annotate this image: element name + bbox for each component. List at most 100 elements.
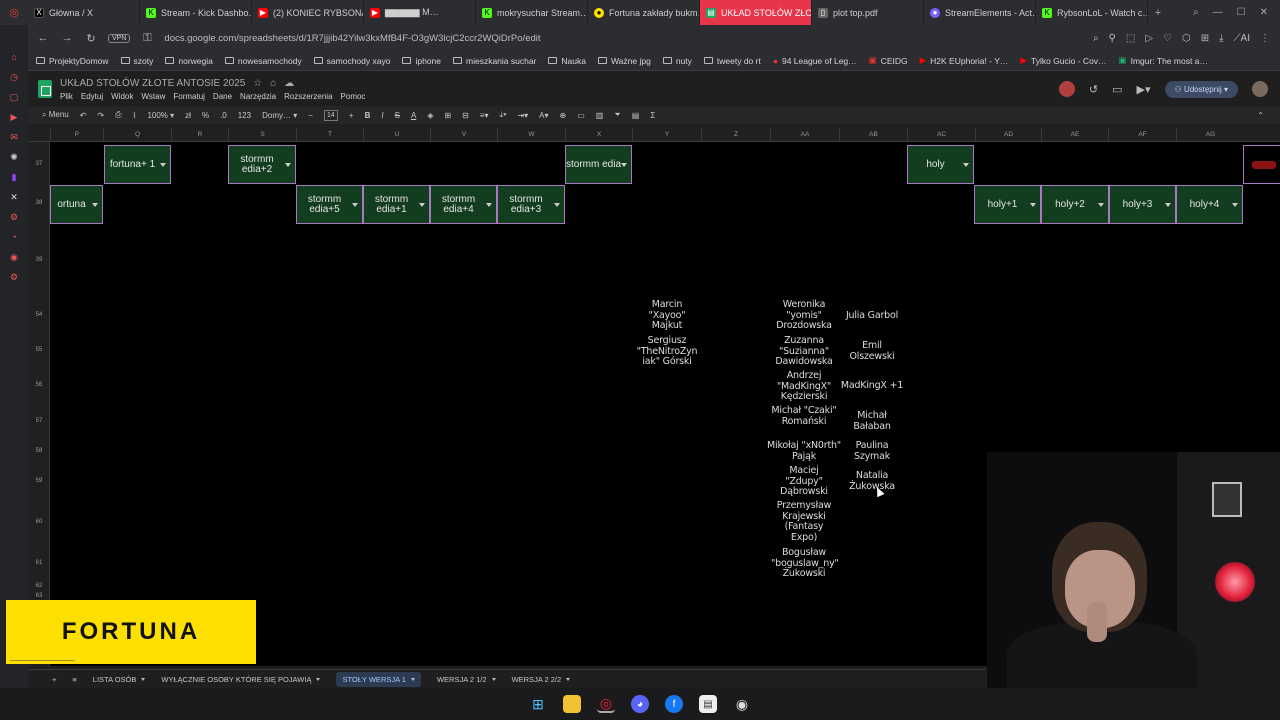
valign-icon[interactable]: ⤓▾ xyxy=(500,110,507,120)
file-explorer-icon[interactable] xyxy=(563,695,581,713)
mail-icon[interactable]: ✉ xyxy=(8,131,20,143)
print-icon[interactable]: ⎙ xyxy=(115,110,121,120)
row-header[interactable]: 55 xyxy=(28,347,50,353)
currency-icon[interactable]: zł xyxy=(185,111,191,120)
tab-0[interactable]: X Główna / X xyxy=(28,0,140,25)
undo-icon[interactable]: ↶ xyxy=(80,111,87,120)
guest-name-cell[interactable]: Michał Bałaban xyxy=(839,410,905,432)
menu-extensions[interactable]: Rozszerzenia xyxy=(284,92,332,101)
paint-format-icon[interactable]: ⌇ xyxy=(133,111,137,120)
row-header[interactable]: 38 xyxy=(28,200,50,206)
font-select[interactable]: Domy… ▾ xyxy=(262,111,297,120)
guest-name-cell[interactable]: Mikołaj "xN0rth" Pająk xyxy=(764,440,844,462)
column-header[interactable]: AC xyxy=(907,128,975,142)
tab-6[interactable]: ▤UKŁAD STOŁÓW ZŁOTE A… xyxy=(700,0,812,25)
guest-name-cell[interactable]: Emil Olszewski xyxy=(839,340,905,362)
guest-name-cell[interactable]: Przemysław Krajewski (Fantasy Expo) xyxy=(771,500,837,543)
column-header[interactable]: Q xyxy=(103,128,171,142)
bookmark-item[interactable]: tweety do rt xyxy=(703,56,761,66)
back-icon[interactable]: ← xyxy=(36,32,50,44)
opera-gx-icon[interactable]: ◎ xyxy=(597,695,615,713)
user-icon[interactable]: ◉ xyxy=(8,251,20,263)
menu-insert[interactable]: Wstaw xyxy=(141,92,165,101)
x-icon[interactable]: ✕ xyxy=(8,191,20,203)
guest-name-cell[interactable]: Natalia Żukowska xyxy=(839,470,905,492)
column-header[interactable]: R xyxy=(171,128,228,142)
column-header[interactable]: Z xyxy=(701,128,770,142)
bookmark-item[interactable]: iphone xyxy=(402,56,441,66)
column-header[interactable]: Y xyxy=(632,128,701,142)
wallet-icon[interactable]: ▢ xyxy=(8,91,20,103)
column-header[interactable]: AD xyxy=(975,128,1041,142)
chatgpt-icon[interactable]: ✺ xyxy=(8,151,20,163)
guest-name-cell[interactable]: Weronika "yomis" Drozdowska xyxy=(771,299,837,332)
guest-name-cell[interactable]: Julia Garbol xyxy=(839,310,905,322)
filter-views-icon[interactable]: ▤ xyxy=(632,111,640,120)
url-field[interactable]: docs.google.com/spreadsheets/d/1R7jjjib4… xyxy=(164,33,540,44)
font-size-decrease-icon[interactable]: − xyxy=(308,111,313,120)
zoom-icon[interactable]: ⌕ xyxy=(1093,33,1099,44)
row-header[interactable]: 37 xyxy=(28,161,50,167)
column-header[interactable]: AB xyxy=(839,128,907,142)
new-tab-button[interactable]: + xyxy=(1148,7,1168,19)
borders-icon[interactable]: ⊞ xyxy=(444,111,451,120)
guest-name-cell[interactable]: Marcin "Xayoo" Majkut xyxy=(634,299,700,332)
forward-icon[interactable]: → xyxy=(60,32,74,44)
tab-5[interactable]: ● Fortuna zakłady bukm… xyxy=(588,0,700,25)
menu-file[interactable]: Plik xyxy=(60,92,73,101)
tab-2[interactable]: ▶(2) KONIEC RYBSONA… xyxy=(252,0,364,25)
bookmark-item[interactable]: szoty xyxy=(120,56,153,66)
collapse-toolbar-icon[interactable]: ⌃ xyxy=(1257,111,1280,120)
tab-7[interactable]: ▯ plot top.pdf xyxy=(812,0,924,25)
bookmark-item[interactable]: samochody xayo xyxy=(313,56,390,66)
dropdown-chip[interactable]: holy+2 xyxy=(1041,185,1109,224)
font-size-input[interactable]: 14 xyxy=(323,109,338,121)
heart-icon[interactable]: ♡ xyxy=(1163,33,1172,44)
doc-title[interactable]: UKŁAD STOŁÓW ZŁOTE ANTOSIE 2025 xyxy=(60,78,245,89)
share-button[interactable]: ⚇ Udostępnij ▾ xyxy=(1164,80,1238,98)
merge-icon[interactable]: ⊟ xyxy=(462,111,469,120)
screenshot-icon[interactable]: ⬚ xyxy=(1126,33,1135,44)
row-header[interactable]: 59 xyxy=(28,478,50,484)
dropdown-chip[interactable]: stormm edia+2 xyxy=(228,145,296,184)
cloud-icon[interactable]: ☁ xyxy=(284,78,294,89)
guest-name-cell[interactable]: Maciej "Zdupy" Dąbrowski xyxy=(771,465,837,498)
menu-tools[interactable]: Narzędzia xyxy=(240,92,276,101)
row-header[interactable]: 39 xyxy=(28,257,50,263)
sheets-logo-icon[interactable] xyxy=(38,80,52,98)
windows-start-icon[interactable]: ⊞ xyxy=(529,695,547,713)
guest-name-cell[interactable]: Andrzej "MadKingX" Kędzierski xyxy=(771,370,837,403)
column-header[interactable]: AF xyxy=(1108,128,1176,142)
dropdown-chip[interactable]: stormm edia+5 xyxy=(296,185,363,224)
maximize-icon[interactable]: ☐ xyxy=(1237,7,1246,18)
dropdown-chip[interactable]: stormm edia+4 xyxy=(430,185,497,224)
tab-4[interactable]: Kmokrysuchar Stream… xyxy=(476,0,588,25)
menu-data[interactable]: Dane xyxy=(213,92,232,101)
search-tabs-icon[interactable]: ⌕ xyxy=(1193,7,1199,18)
decimals-button[interactable]: .0 xyxy=(220,111,227,120)
partial-cell[interactable] xyxy=(1243,145,1280,184)
number-format-button[interactable]: 123 xyxy=(238,111,251,120)
chart-icon[interactable]: ▥ xyxy=(596,111,604,120)
sheet-tab[interactable]: WERSJA 2 2/2 xyxy=(512,675,571,684)
discord-icon[interactable]: ◕ xyxy=(631,695,649,713)
column-header[interactable]: X xyxy=(565,128,632,142)
sheet-tab[interactable]: WERSJA 2 1/2 xyxy=(437,675,496,684)
minimize-icon[interactable]: — xyxy=(1213,7,1223,18)
align-icon[interactable]: ≡▾ xyxy=(480,111,489,120)
dropdown-chip[interactable]: stormm edia+1 xyxy=(363,185,430,224)
pin-icon[interactable]: ⚲ xyxy=(1109,33,1116,44)
fill-color-icon[interactable]: ◈ xyxy=(427,111,433,120)
bookmark-item[interactable]: norwegia xyxy=(165,56,213,66)
comment-icon[interactable]: ▭ xyxy=(577,111,585,120)
home-icon[interactable]: ⌂ xyxy=(8,51,20,63)
functions-icon[interactable]: Σ xyxy=(650,111,655,120)
add-sheet-icon[interactable]: + xyxy=(52,675,56,684)
account-avatar[interactable] xyxy=(1252,81,1268,97)
play-icon[interactable]: ▷ xyxy=(1145,33,1153,44)
bookmark-item[interactable]: ▣ CEIDG xyxy=(869,55,908,66)
column-header[interactable]: AG xyxy=(1176,128,1244,142)
dropdown-chip[interactable]: holy+3 xyxy=(1109,185,1176,224)
history-icon[interactable]: ◷ xyxy=(8,71,20,83)
close-icon[interactable]: ✕ xyxy=(1260,7,1268,18)
